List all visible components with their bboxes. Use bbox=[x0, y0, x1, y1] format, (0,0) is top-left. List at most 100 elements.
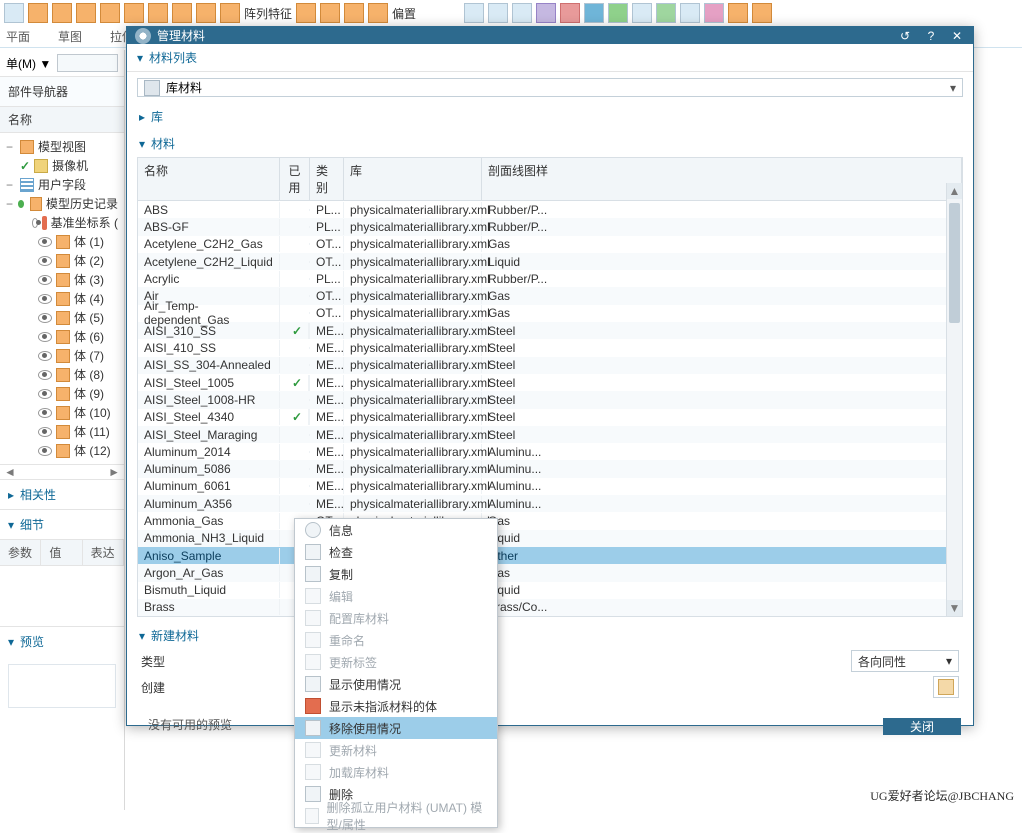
tree-item[interactable]: 体 (7) bbox=[2, 346, 122, 365]
analysis-icon[interactable] bbox=[464, 3, 484, 23]
check2-icon[interactable] bbox=[656, 3, 676, 23]
col-category[interactable]: 类别 bbox=[310, 158, 344, 200]
tri-icon[interactable] bbox=[680, 3, 700, 23]
table-row[interactable]: Aluminum_2014ME...physicalmateriallibrar… bbox=[138, 443, 962, 460]
menu-label[interactable]: 单(M) ▼ bbox=[6, 55, 51, 72]
table-row[interactable]: AISI_410_SSME...physicalmateriallibrary.… bbox=[138, 339, 962, 356]
ctx-info[interactable]: 信息 bbox=[295, 519, 497, 541]
tree-item[interactable]: −用户字段 bbox=[2, 175, 122, 194]
tree-item[interactable]: 体 (3) bbox=[2, 270, 122, 289]
analysis4-icon[interactable] bbox=[536, 3, 556, 23]
table-row[interactable]: Aniso_SampleOther bbox=[138, 547, 962, 564]
tree-item[interactable]: 体 (12) bbox=[2, 441, 122, 460]
tree-item[interactable]: 体 (1) bbox=[2, 232, 122, 251]
dialog-titlebar[interactable]: 管理材料 ↺ ? ✕ bbox=[127, 27, 973, 44]
tree-item[interactable]: −模型历史记录 bbox=[2, 194, 122, 213]
nav-scroll[interactable]: ◄► bbox=[0, 464, 124, 479]
table-row[interactable]: Bismuth_LiquidLiquid bbox=[138, 582, 962, 599]
materials-table[interactable]: 名称 已用 类别 库 剖面线图样 ABSPL...physicalmateria… bbox=[137, 157, 963, 617]
table-row[interactable]: Aluminum_A356ME...physicalmateriallibrar… bbox=[138, 495, 962, 512]
tree-item[interactable]: 体 (11) bbox=[2, 422, 122, 441]
table-row[interactable]: AISI_Steel_MaragingME...physicalmaterial… bbox=[138, 426, 962, 443]
subsection-materials[interactable]: ▾材料 bbox=[127, 130, 973, 157]
subsection-library[interactable]: ▸库 bbox=[127, 103, 973, 130]
detail-panel-header[interactable]: ▾细节 bbox=[0, 509, 124, 539]
extrude-icon[interactable] bbox=[28, 3, 48, 23]
nav-tree[interactable]: −模型视图✓摄像机−用户字段−模型历史记录基准坐标系 (体 (1)体 (2)体 … bbox=[0, 133, 124, 464]
scroll-up-icon[interactable]: ▲ bbox=[947, 183, 962, 199]
table-row[interactable]: AISI_Steel_1005✓ME...physicalmateriallib… bbox=[138, 374, 962, 391]
tree-item[interactable]: 体 (9) bbox=[2, 384, 122, 403]
tree-item[interactable]: 体 (10) bbox=[2, 403, 122, 422]
feature5-icon[interactable] bbox=[172, 3, 192, 23]
pink-icon[interactable] bbox=[704, 3, 724, 23]
ctx-unassign[interactable]: 显示未指派材料的体 bbox=[295, 695, 497, 717]
analysis2-icon[interactable] bbox=[488, 3, 508, 23]
feature2-icon[interactable] bbox=[100, 3, 120, 23]
table-row[interactable]: Ammonia_NH3_LiquidOT...physicalmateriall… bbox=[138, 530, 962, 547]
table-row[interactable]: Air_Temp-dependent_GasOT...physicalmater… bbox=[138, 305, 962, 322]
col-used[interactable]: 已用 bbox=[280, 158, 310, 200]
section-material-list[interactable]: ▾材料列表 bbox=[127, 44, 973, 72]
preview-panel-header[interactable]: ▾预览 bbox=[0, 626, 124, 656]
feature-icon[interactable] bbox=[76, 3, 96, 23]
close-button[interactable]: 关闭 bbox=[883, 718, 961, 735]
ctx-copy[interactable]: 复制 bbox=[295, 563, 497, 585]
tree-item[interactable]: ✓摄像机 bbox=[2, 156, 122, 175]
table-row[interactable]: AISI_Steel_1008-HRME...physicalmateriall… bbox=[138, 391, 962, 408]
scroll-thumb[interactable] bbox=[949, 203, 960, 323]
create-button[interactable] bbox=[933, 676, 959, 698]
menu-input[interactable] bbox=[57, 54, 118, 72]
table-row[interactable]: Aluminum_6061ME...physicalmateriallibrar… bbox=[138, 478, 962, 495]
table-row[interactable]: AISI_310_SS✓ME...physicalmateriallibrary… bbox=[138, 322, 962, 339]
offset-icon[interactable] bbox=[368, 3, 388, 23]
close-icon[interactable]: ✕ bbox=[949, 28, 965, 44]
table-row[interactable]: Aluminum_5086ME...physicalmateriallibrar… bbox=[138, 460, 962, 477]
gold2-icon[interactable] bbox=[752, 3, 772, 23]
sketch-icon[interactable] bbox=[4, 3, 24, 23]
misc-icon[interactable] bbox=[632, 3, 652, 23]
table-row[interactable]: AISI_Steel_4340✓ME...physicalmateriallib… bbox=[138, 409, 962, 426]
scroll-down-icon[interactable]: ▼ bbox=[947, 600, 962, 616]
help-icon[interactable]: ? bbox=[923, 28, 939, 44]
type-select[interactable]: 各向同性▾ bbox=[851, 650, 959, 672]
tree-item[interactable]: 体 (5) bbox=[2, 308, 122, 327]
table-row[interactable]: ABSPL...physicalmateriallibrary.xmlRubbe… bbox=[138, 201, 962, 218]
table-row[interactable]: Argon_Ar_GasGas bbox=[138, 564, 962, 581]
tree-item[interactable]: 体 (4) bbox=[2, 289, 122, 308]
tree-item[interactable]: 体 (8) bbox=[2, 365, 122, 384]
tree-item[interactable]: 体 (2) bbox=[2, 251, 122, 270]
table-row[interactable]: ABS-GFPL...physicalmateriallibrary.xmlRu… bbox=[138, 218, 962, 235]
pattern-icon[interactable] bbox=[220, 3, 240, 23]
table-row[interactable]: BrassBrass/Co... bbox=[138, 599, 962, 616]
tree-item[interactable]: −模型视图 bbox=[2, 137, 122, 156]
green-icon[interactable] bbox=[608, 3, 628, 23]
col-name[interactable]: 名称 bbox=[138, 158, 280, 200]
move-icon[interactable] bbox=[296, 3, 316, 23]
op-icon[interactable] bbox=[320, 3, 340, 23]
col-style[interactable]: 剖面线图样 bbox=[482, 158, 962, 200]
tree-item[interactable]: 基准坐标系 ( bbox=[2, 213, 122, 232]
analysis3-icon[interactable] bbox=[512, 3, 532, 23]
table-row[interactable]: AcrylicPL...physicalmateriallibrary.xmlR… bbox=[138, 270, 962, 287]
new-material-header[interactable]: ▾新建材料 bbox=[137, 623, 963, 648]
table-row[interactable]: AISI_SS_304-AnnealedME...physicalmateria… bbox=[138, 357, 962, 374]
feature3-icon[interactable] bbox=[124, 3, 144, 23]
revolve-icon[interactable] bbox=[52, 3, 72, 23]
ctx-remove[interactable]: 移除使用情况 bbox=[295, 717, 497, 739]
table-scrollbar[interactable]: ▲ ▼ bbox=[946, 183, 962, 616]
feature6-icon[interactable] bbox=[196, 3, 216, 23]
table-row[interactable]: Acetylene_C2H2_LiquidOT...physicalmateri… bbox=[138, 253, 962, 270]
reset-icon[interactable]: ↺ bbox=[897, 28, 913, 44]
ctx-show[interactable]: 显示使用情况 bbox=[295, 673, 497, 695]
sheet-icon[interactable] bbox=[584, 3, 604, 23]
tree-item[interactable]: 体 (6) bbox=[2, 327, 122, 346]
gold-icon[interactable] bbox=[728, 3, 748, 23]
op2-icon[interactable] bbox=[344, 3, 364, 23]
feature4-icon[interactable] bbox=[148, 3, 168, 23]
col-library[interactable]: 库 bbox=[344, 158, 482, 200]
related-panel[interactable]: ▸相关性 bbox=[0, 479, 124, 509]
library-select[interactable]: 库材料 ▾ bbox=[137, 78, 963, 97]
table-row[interactable]: Ammonia_GasOT...physicalmateriallibrary.… bbox=[138, 512, 962, 529]
analysis5-icon[interactable] bbox=[560, 3, 580, 23]
